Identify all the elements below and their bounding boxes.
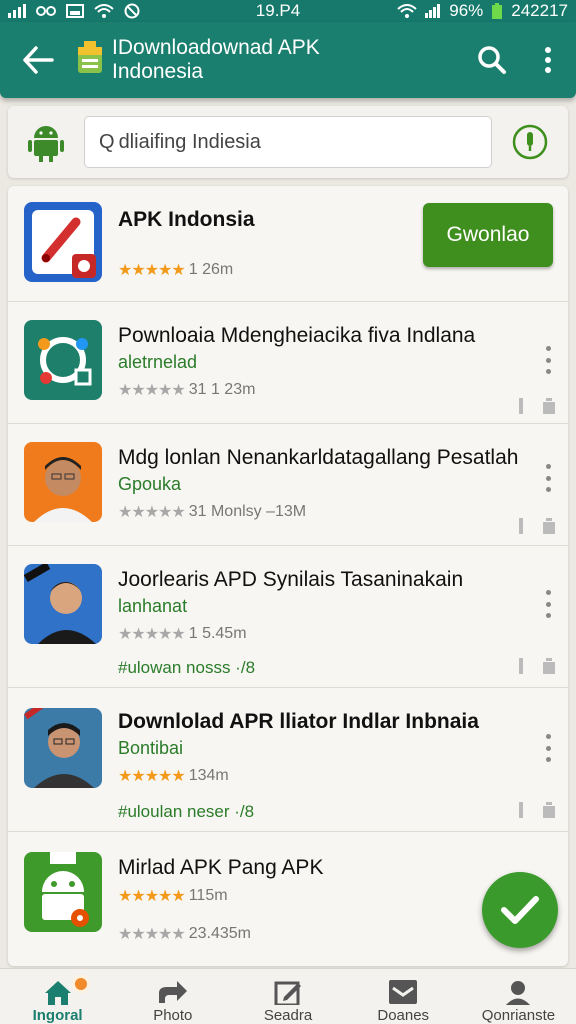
app-size: 1 5.45m [188, 625, 247, 642]
app-bar: IDownloadownad APK Indonesia [0, 22, 576, 98]
app-developer: Gpouka [118, 474, 182, 494]
app-list: APK Indonsia ★★★★★ 1 26m Gwonlao Pownloa… [8, 186, 568, 966]
trash-icon [543, 802, 555, 818]
item-menu-button[interactable] [540, 464, 556, 492]
download-button[interactable]: Gwonlao [423, 203, 553, 267]
item-menu-button[interactable] [540, 346, 556, 374]
app-name: Downlolad APR lliator Indlar Inbnaia [118, 710, 479, 733]
more-options-button[interactable] [520, 30, 576, 90]
app-icon [24, 852, 102, 932]
app-size: 23.435m [188, 925, 251, 942]
rating-stars: ★★★★★ [118, 926, 186, 943]
nav-item-seadra[interactable]: Seadra [230, 969, 345, 1024]
list-item[interactable]: Pownloaia Mdengheiacika fiva Indlana ale… [8, 302, 568, 424]
nav-item-photo[interactable]: Photo [115, 969, 230, 1024]
app-logo-icon [76, 40, 104, 80]
pin-icon [519, 518, 523, 534]
back-arrow-icon [23, 46, 54, 74]
image-icon [66, 3, 84, 19]
app-tag: #ulowan nosss ·/8 [118, 658, 256, 677]
edit-icon [274, 981, 301, 1005]
app-name: Joorlearis APD Synilais Tasaninakain [118, 568, 464, 591]
featured-app-icon [24, 202, 102, 282]
nav-item-home[interactable]: Ingoral [0, 969, 115, 1024]
rating-stars: ★★★★★ [118, 504, 186, 521]
app-developer: aletrnelad [118, 352, 198, 372]
search-field[interactable]: Q [84, 116, 492, 168]
android-button[interactable] [8, 122, 84, 162]
pin-icon [519, 398, 523, 414]
confirm-fab[interactable] [482, 872, 558, 948]
search-q-icon: Q [99, 130, 115, 153]
checkmark-icon [501, 896, 539, 924]
app-name: Mirlad APK Pang APK [118, 856, 324, 879]
battery-icon [491, 3, 503, 19]
rating-stars: ★★★★★ [118, 382, 186, 399]
more-vertical-icon [545, 47, 551, 73]
search-row: Q [8, 106, 568, 178]
share-icon [158, 981, 187, 1003]
item-menu-button[interactable] [540, 734, 556, 762]
status-time: 19.P4 [255, 1, 301, 20]
page-title: IDownloadownad APK Indonesia [112, 36, 320, 83]
search-icon [478, 46, 506, 74]
app-size: 115m [188, 887, 228, 904]
app-developer: lanhanat [118, 596, 188, 616]
app-size: 1 26m [188, 261, 234, 278]
home-icon [44, 981, 71, 1005]
pin-icon [519, 802, 523, 818]
wifi-icon [397, 3, 417, 19]
battery-percent: 96% [449, 1, 484, 20]
notification-badge [72, 975, 90, 993]
rating-stars: ★★★★★ [118, 768, 186, 785]
app-size: 31 Monlsy –13M [188, 503, 307, 520]
list-item[interactable]: Downlolad APR lliator Indlar Inbnaia Bon… [8, 688, 568, 832]
nav-item-profile[interactable]: Qonrianste [461, 969, 576, 1024]
inbox-icon [389, 980, 418, 1004]
nav-item-doanes[interactable]: Doanes [346, 969, 461, 1024]
trash-icon [543, 658, 555, 674]
app-icon [24, 320, 102, 400]
trash-icon [543, 398, 555, 414]
list-item[interactable]: Mdg lonlan Nenankarldatagallang Pesatlah… [8, 424, 568, 546]
infinity-icon [36, 3, 56, 19]
pin-icon [519, 658, 523, 674]
rating-stars: ★★★★★ [118, 888, 186, 905]
featured-app-name: APK Indonsia [118, 208, 255, 231]
rating-stars: ★★★★★ [118, 626, 186, 643]
app-name: Mdg lonlan Nenankarldatagallang Pesatlah [118, 446, 519, 469]
app-tag: #uloulan neser ·/8 [118, 802, 255, 821]
app-icon [24, 442, 102, 522]
app-icon [24, 708, 102, 788]
mic-icon [512, 124, 548, 160]
signal-icon [8, 3, 26, 19]
status-clock: 242217 [511, 1, 568, 20]
search-button[interactable] [464, 30, 520, 90]
no-disturb-icon [124, 3, 140, 19]
android-icon [28, 126, 64, 162]
wifi-icon [94, 3, 114, 19]
item-menu-button[interactable] [540, 590, 556, 618]
rating-stars: ★★★★★ [118, 262, 186, 279]
app-developer: Bontibai [118, 738, 184, 758]
featured-app-row[interactable]: APK Indonsia ★★★★★ 1 26m Gwonlao [8, 186, 568, 302]
app-size: 134m [188, 767, 229, 784]
list-item[interactable]: Joorlearis APD Synilais Tasaninakain lan… [8, 546, 568, 688]
profile-icon [506, 981, 531, 1005]
bottom-nav: Ingoral Photo Seadra Doanes Qonrianste [0, 968, 576, 1024]
app-name: Pownloaia Mdengheiacika fiva Indlana [118, 324, 476, 347]
app-size: 31 1 23m [188, 381, 256, 398]
mic-button[interactable] [492, 124, 568, 160]
cell-signal-icon [425, 3, 441, 19]
app-icon [24, 564, 102, 644]
trash-icon [543, 518, 555, 534]
search-input[interactable] [118, 130, 479, 154]
status-bar: 19.P4 96% 242217 [0, 0, 576, 22]
back-button[interactable] [0, 22, 76, 98]
